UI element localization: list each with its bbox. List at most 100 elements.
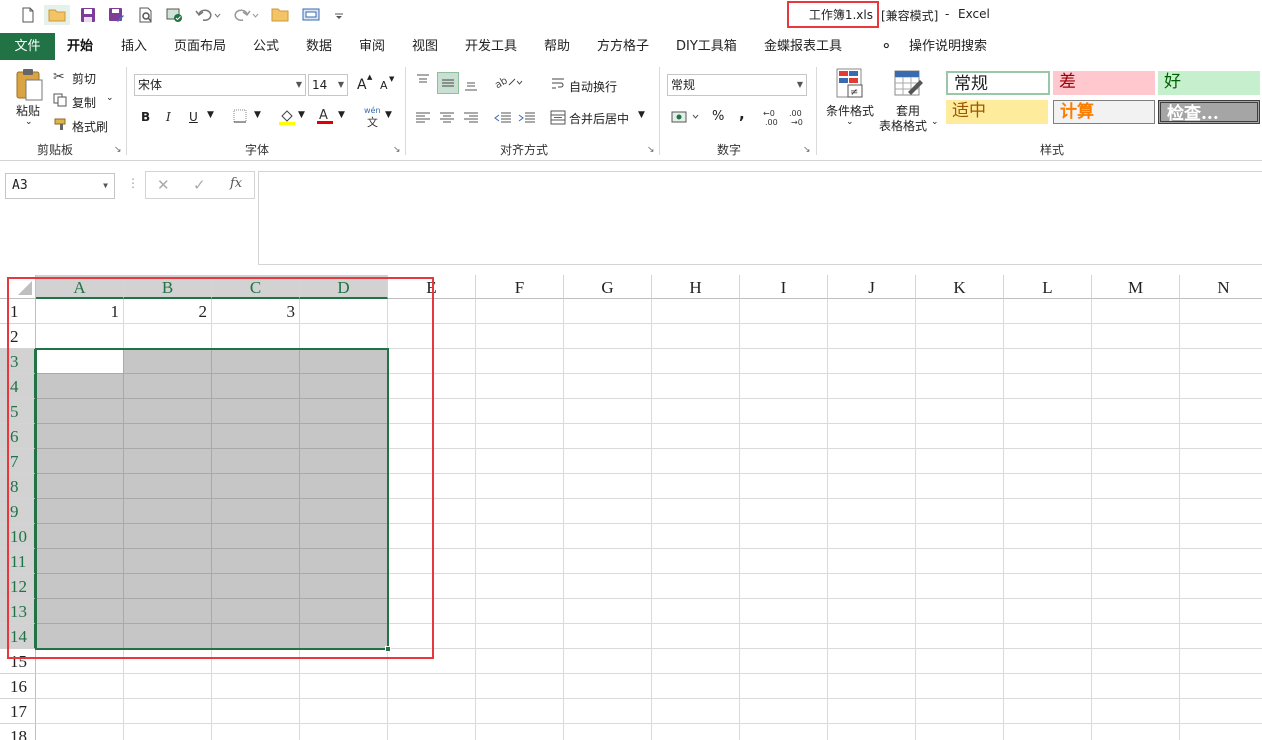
cell-h14[interactable]	[652, 624, 740, 649]
cell-k5[interactable]	[916, 399, 1004, 424]
cell-f18[interactable]	[476, 724, 564, 740]
cell-l1[interactable]	[1004, 299, 1092, 324]
cell-m12[interactable]	[1092, 574, 1180, 599]
column-header-i[interactable]: I	[740, 275, 828, 299]
cell-b7[interactable]	[124, 449, 212, 474]
column-header-k[interactable]: K	[916, 275, 1004, 299]
style-neutral[interactable]: 适中	[946, 100, 1048, 124]
cell-j3[interactable]	[828, 349, 916, 374]
cell-f13[interactable]	[476, 599, 564, 624]
cell-i15[interactable]	[740, 649, 828, 674]
underline-dropdown-icon[interactable]: ▼	[207, 110, 214, 120]
cell-d12[interactable]	[300, 574, 388, 599]
cell-b6[interactable]	[124, 424, 212, 449]
cell-j12[interactable]	[828, 574, 916, 599]
cell-l8[interactable]	[1004, 474, 1092, 499]
cell-f2[interactable]	[476, 324, 564, 349]
cell-m11[interactable]	[1092, 549, 1180, 574]
font-color-icon[interactable]: A	[316, 107, 334, 128]
cell-m15[interactable]	[1092, 649, 1180, 674]
cell-m10[interactable]	[1092, 524, 1180, 549]
align-right-icon[interactable]	[463, 111, 479, 128]
cell-d11[interactable]	[300, 549, 388, 574]
number-launcher-icon[interactable]: ↘	[803, 145, 811, 155]
cell-n4[interactable]	[1180, 374, 1262, 399]
cell-i18[interactable]	[740, 724, 828, 740]
cell-b18[interactable]	[124, 724, 212, 740]
resize-grip-icon[interactable]: ⋮	[127, 176, 139, 190]
cell-m16[interactable]	[1092, 674, 1180, 699]
cell-g2[interactable]	[564, 324, 652, 349]
cell-n11[interactable]	[1180, 549, 1262, 574]
cell-l12[interactable]	[1004, 574, 1092, 599]
font-size-select[interactable]: 14 ▼	[308, 74, 348, 96]
cell-l4[interactable]	[1004, 374, 1092, 399]
new-file-icon[interactable]	[18, 5, 38, 25]
cell-k11[interactable]	[916, 549, 1004, 574]
cell-i13[interactable]	[740, 599, 828, 624]
cell-m18[interactable]	[1092, 724, 1180, 740]
cell-l2[interactable]	[1004, 324, 1092, 349]
column-header-e[interactable]: E	[388, 275, 476, 299]
print-preview-icon[interactable]	[136, 5, 156, 25]
merge-center-button[interactable]: 合并后居中	[569, 110, 629, 127]
tab-diy-toolbox[interactable]: DIY工具箱	[676, 33, 737, 60]
cell-c9[interactable]	[212, 499, 300, 524]
cell-n18[interactable]	[1180, 724, 1262, 740]
cell-h5[interactable]	[652, 399, 740, 424]
row-header-2[interactable]: 2	[0, 324, 36, 349]
accounting-format-icon[interactable]	[671, 109, 701, 128]
cell-h9[interactable]	[652, 499, 740, 524]
cut-button[interactable]: 剪切	[72, 70, 96, 87]
align-center-icon[interactable]	[439, 111, 455, 128]
cell-a15[interactable]	[36, 649, 124, 674]
cell-d10[interactable]	[300, 524, 388, 549]
cell-n6[interactable]	[1180, 424, 1262, 449]
cell-l13[interactable]	[1004, 599, 1092, 624]
style-calculation[interactable]: 计算	[1053, 100, 1155, 124]
cell-n8[interactable]	[1180, 474, 1262, 499]
row-header-8[interactable]: 8	[0, 474, 36, 499]
underline-button[interactable]: U	[189, 110, 198, 124]
cell-f16[interactable]	[476, 674, 564, 699]
cell-g4[interactable]	[564, 374, 652, 399]
cell-k4[interactable]	[916, 374, 1004, 399]
cell-k12[interactable]	[916, 574, 1004, 599]
percent-button[interactable]: %	[712, 109, 724, 124]
cell-e7[interactable]	[388, 449, 476, 474]
cell-m13[interactable]	[1092, 599, 1180, 624]
cell-a7[interactable]	[36, 449, 124, 474]
cell-g15[interactable]	[564, 649, 652, 674]
style-good[interactable]: 好	[1158, 71, 1260, 95]
compat-check-icon[interactable]	[164, 5, 184, 25]
cell-m4[interactable]	[1092, 374, 1180, 399]
cell-g8[interactable]	[564, 474, 652, 499]
cell-n17[interactable]	[1180, 699, 1262, 724]
align-middle-icon[interactable]	[437, 72, 459, 94]
enter-check-icon[interactable]: ✓	[193, 176, 206, 194]
cell-m8[interactable]	[1092, 474, 1180, 499]
cell-j10[interactable]	[828, 524, 916, 549]
cell-b14[interactable]	[124, 624, 212, 649]
cell-k10[interactable]	[916, 524, 1004, 549]
cell-e16[interactable]	[388, 674, 476, 699]
row-header-17[interactable]: 17	[0, 699, 36, 724]
cell-h1[interactable]	[652, 299, 740, 324]
fill-color-dropdown-icon[interactable]: ▼	[298, 110, 305, 120]
cell-a10[interactable]	[36, 524, 124, 549]
cell-b11[interactable]	[124, 549, 212, 574]
cell-n1[interactable]	[1180, 299, 1262, 324]
cell-i6[interactable]	[740, 424, 828, 449]
cell-h15[interactable]	[652, 649, 740, 674]
cell-k17[interactable]	[916, 699, 1004, 724]
cell-m14[interactable]	[1092, 624, 1180, 649]
cell-a1[interactable]: 1	[36, 299, 124, 324]
wrap-text-button[interactable]: 自动换行	[569, 78, 617, 95]
row-header-13[interactable]: 13	[0, 599, 36, 624]
row-header-16[interactable]: 16	[0, 674, 36, 699]
cell-f7[interactable]	[476, 449, 564, 474]
row-header-1[interactable]: 1	[0, 299, 36, 324]
save-as-icon[interactable]	[106, 5, 126, 25]
cell-i7[interactable]	[740, 449, 828, 474]
column-header-f[interactable]: F	[476, 275, 564, 299]
